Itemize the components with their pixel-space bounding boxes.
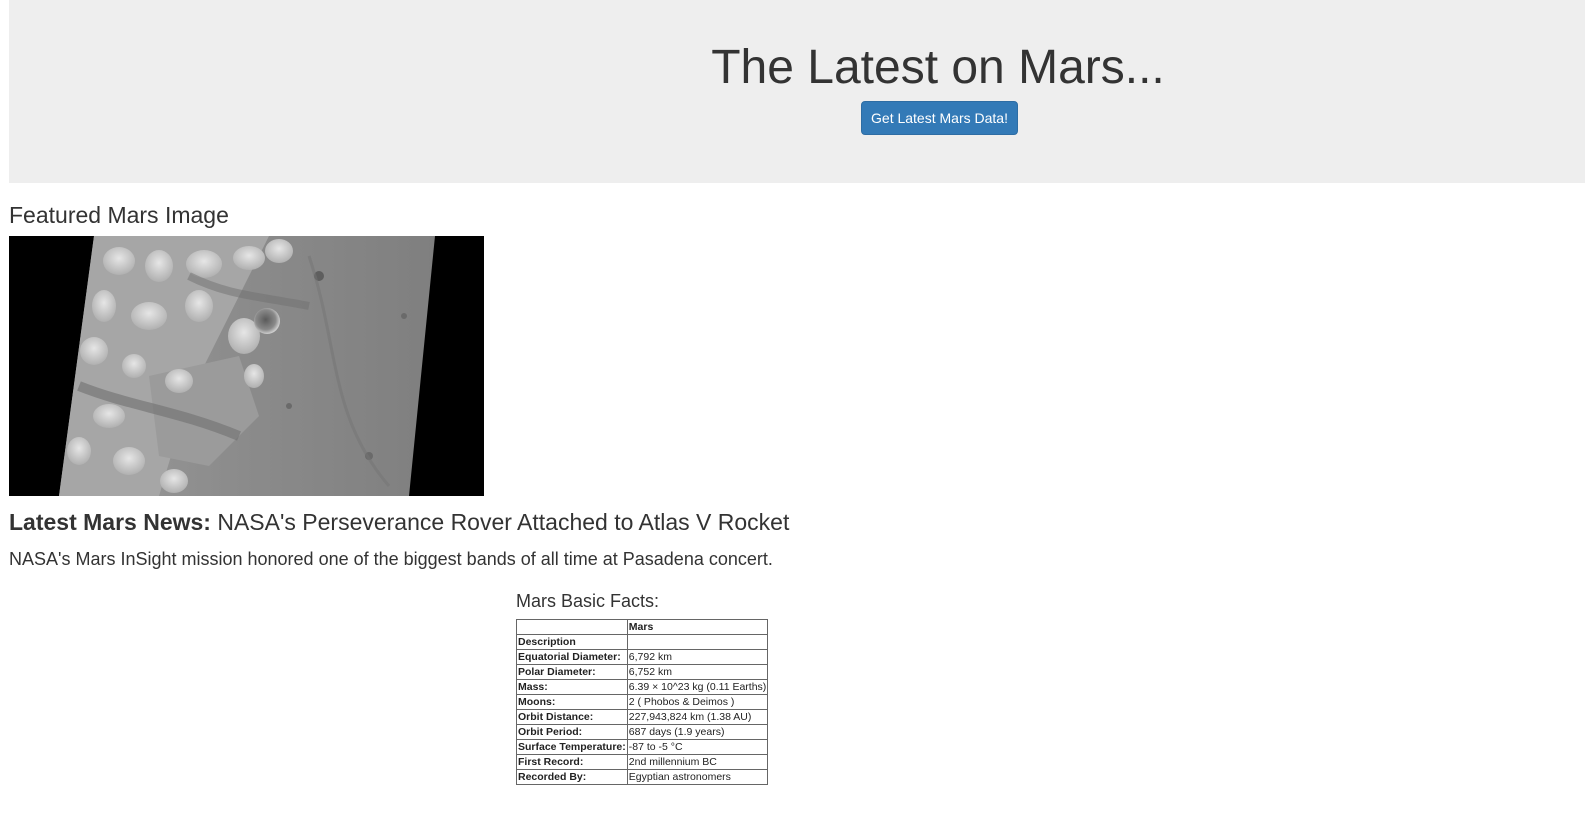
news-label: Latest Mars News: (9, 509, 211, 535)
table-row: Mass: 6.39 × 10^23 kg (0.11 Earths) (516, 679, 769, 695)
fact-value: 2 ( Phobos & Deimos ) (626, 694, 769, 710)
fact-key: Polar Diameter: (516, 664, 628, 680)
featured-image-heading: Featured Mars Image (9, 202, 229, 228)
jumbotron-header: The Latest on Mars... Get Latest Mars Da… (9, 0, 1585, 183)
get-latest-data-button[interactable]: Get Latest Mars Data! (861, 101, 1018, 135)
news-heading: Latest Mars News: NASA's Perseverance Ro… (9, 507, 789, 537)
fact-key: First Record: (516, 754, 628, 770)
fact-key: Moons: (516, 694, 628, 710)
table-row: First Record: 2nd millennium BC (516, 754, 769, 770)
column-header-mars: Mars (626, 619, 769, 635)
table-header-row: Mars (516, 619, 769, 635)
table-row: Orbit Distance: 227,943,824 km (1.38 AU) (516, 709, 769, 725)
featured-mars-image (9, 236, 484, 496)
fact-key: Surface Temperature: (516, 739, 628, 755)
table-row: Equatorial Diameter: 6,792 km (516, 649, 769, 665)
table-corner-cell (516, 619, 628, 635)
fact-key: Orbit Period: (516, 724, 628, 740)
fact-value: -87 to -5 °C (626, 739, 769, 755)
index-header-description: Description (516, 634, 628, 650)
fact-value: Egyptian astronomers (626, 769, 769, 785)
table-row: Polar Diameter: 6,752 km (516, 664, 769, 680)
fact-value: 6.39 × 10^23 kg (0.11 Earths) (626, 679, 769, 695)
news-teaser: NASA's Mars InSight mission honored one … (9, 549, 773, 569)
index-header-blank (626, 634, 769, 650)
fact-key: Mass: (516, 679, 628, 695)
fact-value: 227,943,824 km (1.38 AU) (626, 709, 769, 725)
facts-heading: Mars Basic Facts: (516, 591, 660, 611)
fact-value: 2nd millennium BC (626, 754, 769, 770)
fact-key: Equatorial Diameter: (516, 649, 628, 665)
fact-key: Recorded By: (516, 769, 628, 785)
table-row: Orbit Period: 687 days (1.9 years) (516, 724, 769, 740)
fact-value: 6,792 km (626, 649, 769, 665)
page-title: The Latest on Mars... (711, 41, 1165, 94)
fact-key: Orbit Distance: (516, 709, 628, 725)
table-index-row: Description (516, 634, 769, 650)
table-row: Recorded By: Egyptian astronomers (516, 769, 769, 785)
news-title: NASA's Perseverance Rover Attached to At… (217, 509, 790, 535)
table-row: Moons: 2 ( Phobos & Deimos ) (516, 694, 769, 710)
mars-facts-table: Mars Description Equatorial Diameter: 6,… (516, 619, 769, 785)
fact-value: 687 days (1.9 years) (626, 724, 769, 740)
fact-value: 6,752 km (626, 664, 769, 680)
table-row: Surface Temperature: -87 to -5 °C (516, 739, 769, 755)
